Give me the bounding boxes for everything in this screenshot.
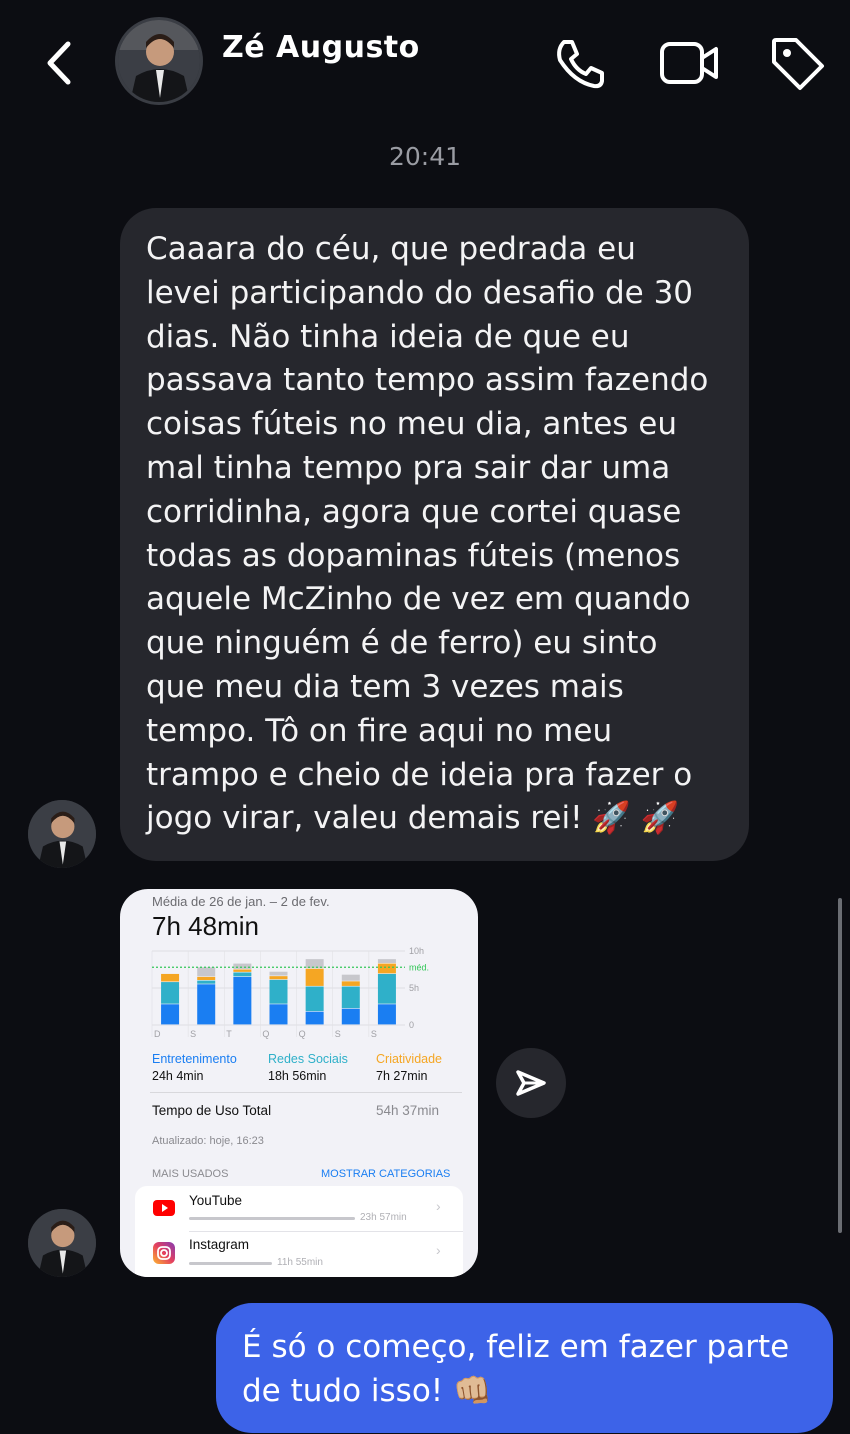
chart-bar-segment [269,979,288,1004]
outgoing-message-bubble[interactable]: É só o começo, feliz em fazer parte de t… [216,1303,833,1433]
contact-avatar[interactable] [115,17,203,105]
message-line: passava tanto tempo assim fazendo [146,362,709,399]
app-time: 11h 55min [277,1257,323,1268]
contact-name[interactable]: Zé Augusto [222,30,420,65]
app-row-instagram[interactable]: Instagram 11h 55min › [135,1232,463,1277]
chart-bar-segment [305,986,324,1012]
message-line: que ninguém é de ferro) eu sinto [146,625,658,662]
category-value-creativity: 7h 27min [376,1069,428,1083]
chevron-right-icon: › [436,1198,441,1214]
chart-x-tick-label: T [226,1029,232,1039]
chart-bar-segment [377,963,396,974]
chart-average-label: méd. [409,962,429,972]
message-line: todas as dopaminas fúteis (menos [146,537,681,574]
total-usage-value: 54h 37min [376,1103,440,1118]
avatar-photo [118,20,200,102]
app-name: Instagram [189,1237,250,1252]
youtube-icon [153,1200,175,1216]
chart-bar-segment [305,1011,324,1025]
send-icon [516,1070,546,1096]
chart-bar-segment [161,973,180,982]
message-line: tempo. Tô on fire aqui no meu [146,712,613,749]
share-button[interactable] [496,1048,566,1118]
message-line: levei participando do desafio de 30 [146,274,694,311]
updated-label: Atualizado: hoje, 16:23 [152,1135,264,1147]
category-value-social: 18h 56min [268,1069,327,1083]
show-categories-link[interactable]: MOSTRAR CATEGORIAS [321,1168,450,1180]
message-line: trampo e cheio de ideia pra fazer o [146,756,693,793]
chart-x-tick-label: S [190,1029,196,1039]
chart-bar-segment [341,1008,360,1025]
chart-y-tick-label: 10h [409,946,424,956]
app-time: 23h 57min [360,1212,407,1223]
category-value-entertainment: 24h 4min [152,1069,204,1083]
category-label-social: Redes Sociais [268,1052,348,1066]
chart-bar-segment [341,986,360,1009]
app-name: YouTube [189,1193,243,1208]
video-call-icon[interactable] [658,38,720,88]
chart-bar-segment [377,959,396,963]
chart-bar-segment [161,1004,180,1025]
message-line: jogo virar, valeu demais rei! 🚀 🚀 [146,800,680,837]
chart-bar-segment [377,973,396,1004]
app-usage-bar [189,1262,272,1265]
chart-bar-segment [269,976,288,980]
avatar-photo [28,1209,96,1277]
chart-bar-segment [161,982,180,1004]
divider [150,1092,462,1093]
chevron-right-icon: › [436,1242,441,1258]
chart-bar-segment [233,972,252,977]
screen-time-image[interactable]: Média de 26 de jan. – 2 de fev. 7h 48min… [120,889,478,1277]
chart-bar-segment [197,984,216,1025]
chart-bar-segment [197,976,216,980]
chart-bar-segment [341,981,360,986]
chart-bar-segment [305,968,324,986]
message-line: mal tinha tempo pra sair dar uma [146,449,671,486]
phone-call-icon[interactable] [552,36,608,92]
most-used-header: MAIS USADOS [152,1168,229,1180]
chart-bar-segment [341,974,360,981]
message-line: que meu dia tem 3 vezes mais [146,668,624,705]
message-line: É só o começo, feliz em fazer parte [242,1329,790,1365]
incoming-message-bubble[interactable]: Caaara do céu, que pedrada eu levei part… [120,208,749,861]
instagram-icon [153,1242,175,1264]
chart-y-tick-label: 5h [409,983,419,993]
chart-bar-segment [269,971,288,976]
app-usage-bar [189,1217,355,1220]
message-timestamp: 20:41 [388,142,462,171]
scrollbar[interactable] [838,898,842,1233]
chart-bar-segment [233,969,252,972]
apps-list: YouTube 23h 57min › Instagram 11h 55min … [135,1186,463,1277]
chart-x-tick-label: S [335,1029,341,1039]
chart-bar-segment [377,1004,396,1025]
chart-bar-segment [269,1004,288,1025]
chart-y-tick-label: 0 [409,1020,414,1030]
avatar-photo [28,800,96,868]
app-row-youtube[interactable]: YouTube 23h 57min › [135,1186,463,1231]
usage-bar-chart: 0 5h 10h D S T Q Q S Sméd. [151,946,429,1039]
chart-bar-segment [197,980,216,984]
category-label-creativity: Criatividade [376,1052,443,1066]
back-icon[interactable] [40,38,80,88]
chart-bar-segment [197,967,216,977]
chart-bar-segment [233,976,252,1025]
chart-x-tick-label: D [154,1029,161,1039]
message-line: Caaara do céu, que pedrada eu [146,231,636,267]
chart-x-tick-label: S [371,1029,377,1039]
message-line: de tudo isso! 👊🏼 [242,1373,492,1409]
tag-icon[interactable] [768,34,826,92]
message-line: corridinha, agora que cortei quase [146,493,682,530]
chart-bar-segment [233,963,252,969]
chart-x-tick-label: Q [262,1029,269,1039]
chart-x-tick-label: Q [299,1029,306,1039]
total-usage-label: Tempo de Uso Total [152,1103,272,1118]
average-time: 7h 48min [152,911,259,941]
sender-avatar[interactable] [28,800,96,868]
period-label: Média de 26 de jan. – 2 de fev. [152,894,330,909]
message-line: coisas fúteis no meu dia, antes eu [146,406,678,443]
message-line: aquele McZinho de vez em quando [146,581,691,618]
message-line: dias. Não tinha ideia de que eu [146,318,630,355]
sender-avatar[interactable] [28,1209,96,1277]
category-label-entertainment: Entretenimento [152,1052,237,1066]
